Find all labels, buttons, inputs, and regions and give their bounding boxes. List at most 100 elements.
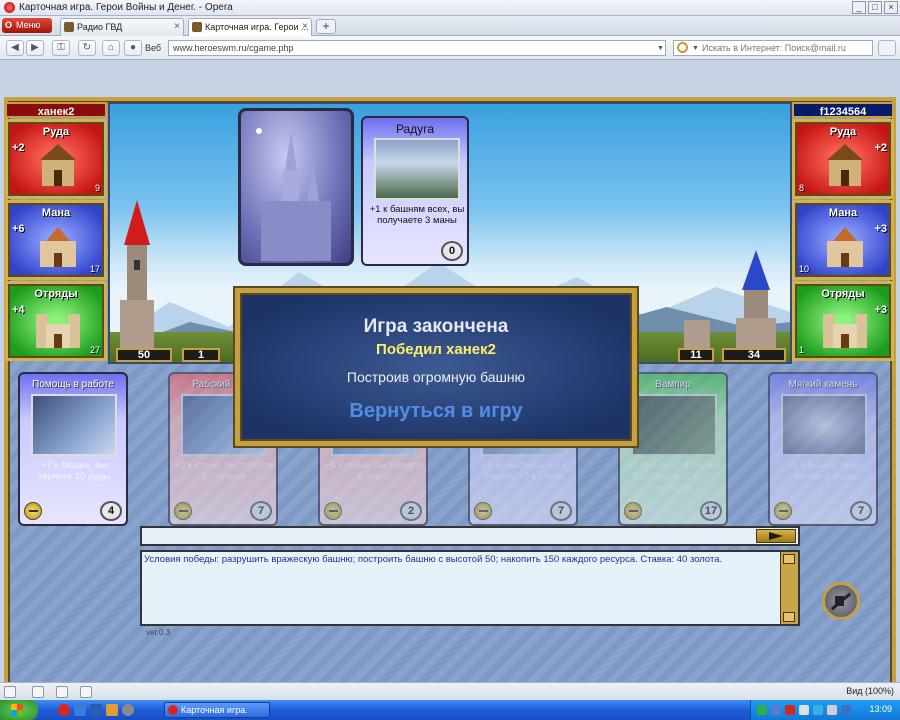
game-log: Условия победы: разрушить вражескую башн… (140, 550, 800, 626)
tab-radio[interactable]: Радио ГВД × (60, 18, 184, 36)
card-cost: 17 (700, 501, 722, 521)
right-wall-icon (684, 320, 710, 350)
tab-label: Радио ГВД (77, 22, 123, 32)
tray-icon[interactable] (757, 705, 767, 715)
menu-button[interactable]: Меню (2, 18, 52, 33)
card-description: +5 к башне, враг теряет 6 руды (787, 460, 861, 482)
hand-card[interactable]: Помощь в работе +7 к башне, вы теряете 1… (18, 372, 128, 526)
right-tower-height: 34 (722, 348, 786, 362)
right-player-name: f1234564 (792, 102, 894, 118)
web-label: Веб (145, 43, 162, 53)
sound-mute-button[interactable] (822, 582, 860, 620)
resource-rate: +3 (874, 304, 887, 316)
tab-close-icon[interactable]: × (302, 19, 308, 35)
tray-icon[interactable] (771, 705, 781, 715)
browser-icon[interactable] (74, 704, 86, 716)
opera-icon[interactable] (58, 704, 70, 716)
card-description: 10 урона, враг теряет 5 отрядов, -1 к ег… (626, 460, 722, 493)
game-over-title: Игра закончена (363, 316, 509, 337)
mine-icon (40, 144, 76, 186)
panel-toggle-icon[interactable] (878, 40, 896, 56)
chevron-down-icon[interactable]: ▼ (657, 45, 664, 52)
close-icon[interactable]: × (884, 1, 898, 14)
tray-icon[interactable] (841, 705, 851, 715)
card-cost: 7 (250, 501, 272, 521)
maximize-icon[interactable]: □ (868, 1, 882, 14)
card-cost: 4 (100, 501, 122, 521)
opera-icon (4, 2, 15, 13)
word-icon[interactable] (90, 704, 102, 716)
resource-title: Руда (829, 126, 857, 138)
right-wall-height: 11 (678, 348, 714, 362)
settings-icon[interactable] (80, 686, 92, 698)
castle-art-icon (256, 128, 331, 261)
chat-input[interactable] (140, 526, 800, 546)
home-button[interactable]: ⌂ (102, 40, 120, 56)
media-icon[interactable] (122, 704, 134, 716)
start-button[interactable] (0, 700, 38, 720)
left-player-resources: ханек2 Руда +2 9 Мана +6 17 Отряды +4 27 (5, 102, 107, 361)
system-tray: 13:09 (750, 700, 900, 720)
url-field[interactable]: www.heroeswm.ru/cgame.php (168, 40, 666, 56)
discard-icon[interactable] (624, 502, 642, 520)
forward-button[interactable]: ▶ (26, 40, 44, 56)
minimize-icon[interactable]: _ (852, 1, 866, 14)
log-text: Условия победы: разрушить вражескую башн… (144, 554, 723, 565)
card-art (781, 394, 867, 456)
status-bar: Вид (100%) (0, 682, 900, 700)
log-scrollbar[interactable] (780, 552, 798, 624)
panel-icon[interactable] (4, 686, 16, 698)
back-button[interactable]: ◀ (6, 40, 24, 56)
send-arrow-icon[interactable] (756, 529, 796, 543)
played-card: Радуга +1 к башням всех, вы получаете 3 … (361, 116, 469, 266)
monastery-icon (827, 227, 863, 267)
zoom-label[interactable]: Вид (100%) (846, 686, 894, 696)
window-title: Карточная игра. Герои Войны и Денег. - O… (19, 2, 233, 13)
hand-card[interactable]: Мягкий камень +5 к башне, враг теряет 6 … (768, 372, 878, 526)
discard-icon[interactable] (474, 502, 492, 520)
discard-icon[interactable] (174, 502, 192, 520)
sync-icon[interactable] (32, 686, 44, 698)
card-cost: 0 (441, 241, 463, 261)
right-mana-panel: Мана +3 10 (792, 200, 894, 280)
tab-label: Карточная игра. Герои ... (205, 22, 309, 32)
card-deck[interactable] (238, 108, 354, 266)
resource-title: Отряды (34, 288, 78, 300)
resource-count: 8 (799, 183, 805, 193)
resource-rate: +3 (874, 223, 887, 235)
tab-close-icon[interactable]: × (174, 19, 180, 35)
resource-title: Мана (41, 207, 71, 219)
discard-icon[interactable] (324, 502, 342, 520)
task-opera-window[interactable]: Карточная игра. Герои ... (164, 702, 270, 720)
tray-icon[interactable] (813, 705, 823, 715)
search-icon[interactable] (677, 42, 688, 53)
discard-icon[interactable] (774, 502, 792, 520)
volume-icon[interactable] (827, 705, 837, 715)
tray-icon[interactable] (785, 705, 795, 715)
card-art (631, 394, 717, 456)
return-to-game-button[interactable]: Вернуться в игру (240, 400, 632, 423)
favicon-icon (64, 22, 74, 32)
card-description: +7 к башне, вы теряете 10 руды (37, 460, 111, 482)
discard-icon[interactable] (24, 502, 42, 520)
resource-count: 10 (799, 264, 810, 274)
tab-bar: Меню Радио ГВД × Карточная игра. Герои .… (0, 16, 900, 36)
tab-card-game[interactable]: Карточная игра. Герои ... × (188, 18, 312, 36)
new-tab-button[interactable]: + (316, 19, 336, 34)
search-input[interactable]: Искать в Интернет: Поиск@mail.ru (673, 40, 873, 56)
chevron-down-icon[interactable]: ▼ (692, 45, 699, 52)
window-titlebar: Карточная игра. Герои Войны и Денег. - O… (0, 0, 900, 16)
scroll-up-icon[interactable] (783, 554, 795, 564)
explorer-icon[interactable] (106, 704, 118, 716)
network-icon[interactable] (56, 686, 68, 698)
card-title: Радуга (395, 122, 435, 136)
tray-icon[interactable] (799, 705, 809, 715)
resource-count: 1 (799, 345, 805, 355)
scroll-down-icon[interactable] (783, 612, 795, 622)
resource-count: 17 (89, 264, 100, 274)
resource-rate: +2 (874, 142, 887, 154)
key-icon[interactable]: ⚿ (52, 40, 70, 56)
game-area: 50 1 11 34 ханек2 Руда +2 9 Мана +6 17 О… (0, 60, 900, 682)
left-troops-panel: Отряды +4 27 (5, 281, 107, 361)
reload-button[interactable]: ↻ (78, 40, 96, 56)
